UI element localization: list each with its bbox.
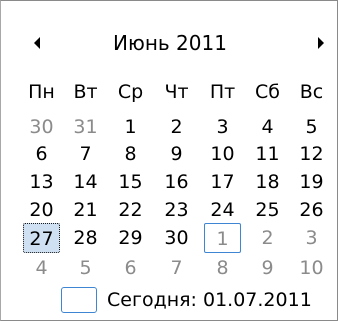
calendar-header: Июнь 2011 (1, 21, 338, 69)
day-cell[interactable]: 13 (23, 167, 60, 197)
today-marker-icon (61, 287, 97, 313)
day-cell[interactable]: 24 (204, 195, 241, 225)
day-cell-today[interactable]: 1 (204, 223, 241, 253)
day-cell[interactable]: 22 (112, 195, 149, 225)
weekday-label: Пн (28, 81, 55, 103)
day-cell[interactable]: 17 (204, 167, 241, 197)
day-cell[interactable]: 9 (158, 139, 195, 169)
day-cell[interactable]: 2 (249, 223, 286, 253)
day-cell[interactable]: 4 (249, 112, 286, 142)
weekday-label: Вс (299, 81, 324, 103)
day-cell[interactable]: 19 (293, 167, 330, 197)
day-cell[interactable]: 12 (293, 139, 330, 169)
calendar-footer: Сегодня: 01.07.2011 (1, 283, 338, 317)
day-cell[interactable]: 7 (158, 253, 195, 283)
day-cell[interactable]: 20 (23, 195, 60, 225)
day-cell[interactable]: 15 (112, 167, 149, 197)
day-cell[interactable]: 2 (158, 112, 195, 142)
day-cell-selected[interactable]: 27 (23, 223, 60, 253)
today-link[interactable]: Сегодня: 01.07.2011 (107, 283, 312, 317)
day-cell[interactable]: 29 (112, 223, 149, 253)
day-cell[interactable]: 21 (67, 195, 104, 225)
day-cell[interactable]: 26 (293, 195, 330, 225)
next-month-button[interactable] (303, 27, 331, 59)
day-cell[interactable]: 3 (293, 223, 330, 253)
day-cell[interactable]: 14 (67, 167, 104, 197)
day-cell[interactable]: 10 (293, 253, 330, 283)
day-cell[interactable]: 4 (23, 253, 60, 283)
day-cell[interactable]: 10 (204, 139, 241, 169)
weekday-label: Чт (164, 81, 189, 103)
day-cell[interactable]: 25 (249, 195, 286, 225)
day-cell[interactable]: 5 (293, 112, 330, 142)
day-cell[interactable]: 6 (23, 139, 60, 169)
day-cell[interactable]: 11 (249, 139, 286, 169)
day-cell[interactable]: 5 (67, 253, 104, 283)
day-cell[interactable]: 1 (112, 112, 149, 142)
day-cell[interactable]: 9 (249, 253, 286, 283)
day-cell[interactable]: 28 (67, 223, 104, 253)
day-cell[interactable]: 16 (158, 167, 195, 197)
month-calendar: Июнь 2011 Пн Вт Ср Чт Пт Сб Вс 30 31 1 2 3 4 5 6 7 8 9 10… (0, 0, 338, 321)
arrow-right-icon (318, 37, 324, 49)
day-cell[interactable]: 31 (67, 112, 104, 142)
day-cell[interactable]: 23 (158, 195, 195, 225)
day-cell[interactable]: 18 (249, 167, 286, 197)
month-year-title[interactable]: Июнь 2011 (1, 25, 338, 61)
day-cell[interactable]: 30 (158, 223, 195, 253)
day-cell[interactable]: 7 (67, 139, 104, 169)
day-cell[interactable]: 6 (112, 253, 149, 283)
weekday-label: Сб (255, 81, 280, 103)
weekday-label: Пт (209, 81, 236, 103)
weekday-label: Вт (73, 81, 98, 103)
day-cell[interactable]: 8 (204, 253, 241, 283)
day-cell[interactable]: 3 (204, 112, 241, 142)
day-cell[interactable]: 30 (23, 112, 60, 142)
day-cell[interactable]: 8 (112, 139, 149, 169)
weekday-label: Ср (117, 81, 144, 103)
